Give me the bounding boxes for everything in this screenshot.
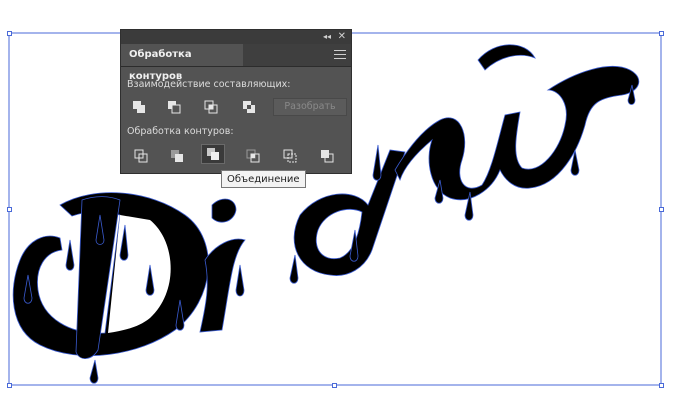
expand-button[interactable]: Разобрать [273,98,347,116]
selection-handle-bottom-center[interactable] [332,383,337,388]
unite-button[interactable] [127,97,151,117]
minus-back-button[interactable] [315,146,339,166]
outline-button[interactable] [278,146,302,166]
selection-handle-bottom-right[interactable] [659,383,664,388]
outline-icon [283,149,297,163]
tab-pathfinder[interactable]: Обработка контуров [121,44,243,82]
selection-handle-bottom-left[interactable] [7,383,12,388]
close-icon[interactable]: ✕ [338,30,346,44]
intersect-button[interactable] [199,97,223,117]
exclude-button[interactable] [237,97,261,117]
trim-button[interactable] [165,146,189,166]
selection-handle-top-right[interactable] [659,31,664,36]
divide-icon [134,149,148,163]
unite-icon [133,101,145,113]
panel-tabbar: Обработка контуров [121,44,351,82]
intersect-icon [204,100,218,114]
merge-tooltip: Объединение [221,170,306,188]
trim-icon [171,150,183,162]
minus-front-icon [168,101,181,114]
selection-handle-middle-right[interactable] [659,207,664,212]
crop-button[interactable] [241,146,265,166]
shape-modes-label: Взаимодействие составляющих: [127,79,291,90]
merge-icon [207,148,219,160]
pathfinder-panel: ◂◂ ✕ Обработка контуров Взаимодействие с… [120,29,352,174]
pathfinders-label: Обработка контуров: [127,126,234,137]
selection-handle-middle-left[interactable] [7,207,12,212]
merge-button[interactable] [201,144,225,164]
crop-icon [246,149,260,163]
panel-titlebar[interactable]: ◂◂ ✕ [121,30,351,44]
minus-back-icon [321,150,334,163]
divide-button[interactable] [129,146,153,166]
panel-menu-icon[interactable] [334,47,346,61]
collapse-icon[interactable]: ◂◂ [323,30,331,44]
minus-front-button[interactable] [162,97,186,117]
selection-handle-top-left[interactable] [7,31,12,36]
exclude-icon [243,101,255,113]
